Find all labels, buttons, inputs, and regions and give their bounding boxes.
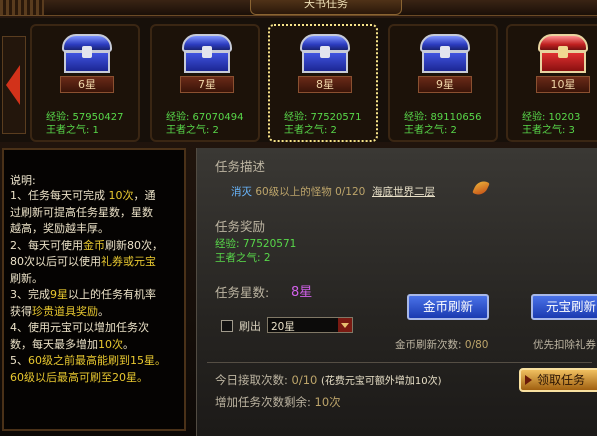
title-bar-ornament bbox=[0, 0, 44, 15]
priority-text: 优先扣除礼券 bbox=[533, 339, 596, 351]
instruction-line: 3、完成9星以上的任务有机率 bbox=[10, 287, 188, 304]
gold-refresh-button[interactable]: 金币刷新 bbox=[407, 294, 489, 320]
instructions-title: 说明: bbox=[10, 174, 36, 187]
task-star-carousel: 6星 经验: 57950427 王者之气: 1 7星 经验: 67070494 王者之气:… bbox=[0, 18, 597, 142]
instructions-panel: 说明: 1、任务每天可完成 10次，通 过刷新可提高任务星数，星数 越高，奖励越丰厚… bbox=[2, 148, 186, 431]
instruction-line: 1、任务每天可完成 10次，通 bbox=[10, 188, 188, 205]
reward-aura: 王者之气: 2 bbox=[215, 252, 271, 264]
instruction-line: 过刷新可提高任务星数，星数 bbox=[10, 205, 188, 222]
instruction-segment: 礼券或元宝 bbox=[101, 255, 156, 268]
instruction-segment: 1、任务每天可完成 bbox=[10, 189, 109, 202]
kill-text: 消灭 bbox=[231, 186, 252, 198]
treasure-chest-icon bbox=[300, 34, 350, 74]
task-star-card[interactable]: 8星 经验: 77520571 王者之气: 2 bbox=[268, 24, 378, 142]
task-location-link[interactable]: 海底世界二层 bbox=[372, 186, 435, 198]
refresh-to-checkbox[interactable] bbox=[221, 320, 233, 332]
gold-refresh-count: 金币刷新次数: 0/80 bbox=[395, 337, 488, 352]
today-label: 今日接取次数: bbox=[215, 373, 288, 387]
task-progress: 0/120 bbox=[335, 186, 366, 198]
gold-refresh-count-label: 金币刷新次数: bbox=[395, 339, 462, 351]
feather-icon[interactable] bbox=[472, 178, 490, 198]
instruction-segment: 。 bbox=[123, 337, 134, 351]
instruction-segment: ，通 bbox=[133, 189, 156, 202]
instruction-line: 刷新。 bbox=[10, 271, 188, 288]
instruction-segment: 过刷新可提高任务星数，星数 bbox=[10, 205, 153, 219]
instructions-lines: 1、任务每天可完成 10次，通 过刷新可提高任务星数，星数 越高，奖励越丰厚。 2、每… bbox=[10, 188, 188, 386]
yuanbao-refresh-button[interactable]: 元宝刷新 bbox=[531, 294, 597, 320]
task-star-card[interactable]: 6星 经验: 57950427 王者之气: 1 bbox=[30, 24, 140, 142]
instruction-line: 5、60级之前最高能刷到15星。 bbox=[10, 353, 188, 370]
card-aura: 王者之气: 3 bbox=[522, 125, 575, 136]
instruction-segment: 以上的任务有机率 bbox=[68, 288, 156, 301]
task-reward-label: 任务奖励 bbox=[215, 219, 266, 234]
reward-exp: 经验: 77520571 bbox=[215, 238, 297, 250]
instruction-segment: 2、每天可使用 bbox=[10, 238, 83, 252]
today-accept-count: 今日接取次数: 0/10 (花费元宝可额外增加10次) bbox=[215, 372, 442, 388]
card-star-level: 10星 bbox=[536, 76, 590, 93]
instruction-line: 2、每天可使用金币刷新80次， bbox=[10, 238, 188, 255]
title-bar: 天书任务 bbox=[0, 0, 597, 16]
instruction-line: 4、使用元宝可以增加任务次 bbox=[10, 320, 188, 337]
instruction-segment: 金币 bbox=[83, 238, 105, 252]
today-note: (花费元宝可额外增加10次) bbox=[321, 376, 442, 387]
target-text: 60级以上的怪物 bbox=[255, 186, 332, 198]
card-aura: 王者之气: 2 bbox=[166, 125, 219, 136]
refresh-to-select[interactable]: 20星 bbox=[267, 317, 353, 333]
task-star-value: 8星 bbox=[291, 285, 313, 300]
instruction-segment: 9星 bbox=[50, 288, 68, 301]
instruction-line: 越高，奖励越丰厚。 bbox=[10, 221, 188, 238]
card-aura: 王者之气: 2 bbox=[284, 125, 337, 136]
treasure-chest-icon bbox=[538, 34, 588, 74]
instruction-line: 80次以后可以使用礼券或元宝 bbox=[10, 254, 188, 271]
instruction-segment: 刷新。 bbox=[10, 271, 43, 285]
instruction-segment: 60级之前最高能刷到15星。 bbox=[28, 354, 166, 367]
task-objective: 消灭 60级以上的怪物 0/120 海底世界二层 bbox=[231, 184, 435, 199]
instruction-segment: 60级以后最高可刷至20星。 bbox=[10, 370, 148, 384]
instruction-segment: 。 bbox=[98, 304, 109, 318]
card-star-level: 9星 bbox=[418, 76, 472, 93]
accept-task-button[interactable]: 领取任务 bbox=[519, 368, 597, 392]
refresh-to-selected: 20星 bbox=[271, 321, 295, 333]
instruction-segment: 刷新80次， bbox=[105, 238, 163, 252]
instruction-segment: 珍贵道具奖励 bbox=[32, 304, 98, 318]
instruction-segment: 4、使用元宝可以增加任务次 bbox=[10, 321, 149, 334]
task-star-label: 任务星数: bbox=[215, 285, 270, 300]
chevron-left-icon[interactable] bbox=[2, 36, 26, 134]
instruction-segment: 获得 bbox=[10, 304, 32, 318]
card-star-level: 6星 bbox=[60, 76, 114, 93]
task-star-card[interactable]: 10星 经验: 10203 王者之气: 3 bbox=[506, 24, 597, 142]
instruction-line: 获得珍贵道具奖励。 bbox=[10, 304, 188, 321]
instruction-segment: 80次以后可以使用 bbox=[10, 255, 101, 268]
card-aura: 王者之气: 2 bbox=[404, 125, 457, 136]
instruction-line: 60级以后最高可刷至20星。 bbox=[10, 370, 188, 387]
accept-task-label: 领取任务 bbox=[537, 373, 586, 387]
treasure-chest-icon bbox=[182, 34, 232, 74]
task-star-card[interactable]: 9星 经验: 89110656 王者之气: 2 bbox=[388, 24, 498, 142]
today-value: 0/10 bbox=[291, 373, 318, 387]
instruction-segment: 10次 bbox=[108, 189, 134, 202]
treasure-chest-icon bbox=[420, 34, 470, 74]
instruction-segment: 越高，奖励越丰厚。 bbox=[10, 222, 109, 235]
remaining-count: 增加任务次数剩余: 10次 bbox=[215, 394, 341, 410]
task-detail-panel: 任务描述 消灭 60级以上的怪物 0/120 海底世界二层 任务奖励 经验: 7… bbox=[196, 148, 597, 436]
divider bbox=[207, 362, 592, 363]
gold-refresh-count-value: 0/80 bbox=[464, 339, 489, 351]
instruction-segment: 数，每天最多增加 bbox=[10, 337, 98, 351]
instruction-segment: 5、 bbox=[10, 354, 28, 367]
instruction-line: 数，每天最多增加10次。 bbox=[10, 337, 188, 354]
task-description-label: 任务描述 bbox=[215, 159, 266, 174]
refresh-to-label: 刷出 bbox=[239, 320, 261, 333]
instruction-segment: 3、完成 bbox=[10, 288, 50, 301]
remaining-value: 10次 bbox=[314, 395, 341, 409]
card-star-level: 8星 bbox=[298, 76, 352, 93]
treasure-chest-icon bbox=[62, 34, 112, 74]
window-title: 天书任务 bbox=[250, 0, 402, 15]
dropdown-arrow-icon[interactable] bbox=[338, 318, 352, 332]
instruction-segment: 10次 bbox=[98, 337, 123, 351]
card-star-level: 7星 bbox=[180, 76, 234, 93]
card-aura: 王者之气: 1 bbox=[46, 125, 99, 136]
task-star-card[interactable]: 7星 经验: 67070494 王者之气: 2 bbox=[150, 24, 260, 142]
remaining-label: 增加任务次数剩余: bbox=[215, 395, 311, 409]
